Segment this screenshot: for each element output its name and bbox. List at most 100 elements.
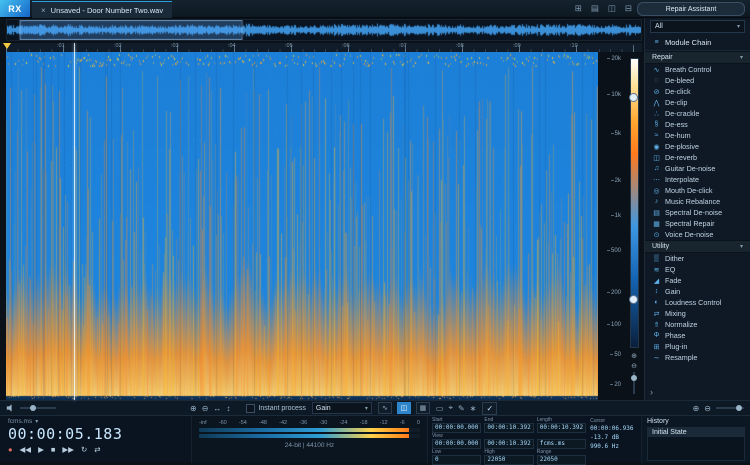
module-item[interactable]: ∼ Resample — [645, 352, 750, 363]
brush-tool-icon[interactable]: ✎ — [458, 404, 465, 413]
apply-button[interactable]: ✓ — [482, 401, 498, 415]
zoom-horizontal-icon[interactable]: ↔ — [213, 404, 221, 413]
transport-button[interactable]: ▶▶ — [62, 445, 74, 454]
module-item[interactable]: ∴ De-crackle — [645, 108, 750, 119]
module-item[interactable]: ◫ De-reverb — [645, 152, 750, 163]
module-label: Guitar De-noise — [665, 164, 716, 173]
module-item[interactable]: ♫ Guitar De-noise — [645, 163, 750, 174]
info-cell-value[interactable]: 00:00:10.392 — [484, 439, 534, 449]
zoom-out-icon[interactable]: ⊖ — [704, 404, 711, 413]
waveform-overview[interactable] — [6, 19, 642, 41]
history-item[interactable]: Initial State — [648, 428, 744, 437]
module-item[interactable]: ◎ Mouth De-click — [645, 185, 750, 196]
split-view-icon[interactable]: ◫ — [608, 3, 616, 14]
module-chain-item[interactable]: ≡ Module Chain — [645, 35, 750, 51]
selection-info-grid: Start 00:00:00.000 End 00:00:10.392 Leng… — [432, 418, 587, 465]
spectrogram-area[interactable] — [6, 52, 598, 400]
module-item[interactable]: Φ Phase — [645, 330, 750, 341]
repair-section-header[interactable]: Repair ▾ — [645, 51, 750, 64]
minimize-panel-icon[interactable]: ⊟ — [625, 3, 632, 14]
transport-button[interactable]: ■ — [51, 445, 56, 454]
module-item[interactable]: ∿ Breath Control — [645, 64, 750, 75]
module-item[interactable]: ⇄ Mixing — [645, 308, 750, 319]
module-item[interactable]: ◢ Fade — [645, 275, 750, 286]
tab-close-icon[interactable]: × — [41, 6, 46, 15]
info-cell-value[interactable]: 00:00:00.000 — [432, 423, 482, 433]
zoom-in-icon[interactable]: ⊕ — [190, 404, 197, 413]
vzoom-in-icon[interactable]: ⊕ — [631, 352, 637, 360]
info-cell-value[interactable]: 00:00:10.392 — [484, 423, 534, 433]
meter-scale-label: -6 — [399, 420, 405, 426]
vzoom-slider[interactable] — [631, 372, 637, 394]
transport-button[interactable]: ⇄ — [94, 445, 100, 454]
colorbar-handle-top[interactable] — [629, 93, 638, 102]
lasso-tool-icon[interactable]: ⌖ — [448, 403, 453, 413]
module-filter-dropdown[interactable]: All ▾ — [650, 20, 745, 33]
module-item[interactable]: ◐ Loudness Control — [645, 297, 750, 308]
instant-process-checkbox[interactable]: Instant process — [246, 403, 306, 413]
panel-collapse-arrow[interactable]: › — [650, 387, 653, 397]
info-cell-value[interactable]: 00:00:00.000 — [432, 439, 482, 449]
module-item[interactable]: ▦ Spectral Repair — [645, 218, 750, 229]
playhead-marker-icon[interactable] — [3, 43, 11, 49]
module-item[interactable]: ⋯ Interpolate — [645, 174, 750, 185]
module-item[interactable]: ▤ Spectral De-noise — [645, 207, 750, 218]
transport-button[interactable]: ▶ — [38, 445, 44, 454]
module-item[interactable]: ⋀ De-clip — [645, 97, 750, 108]
colorbar-handle-bottom[interactable] — [629, 295, 638, 304]
info-cell-value[interactable]: 22050 — [484, 455, 534, 465]
module-item[interactable]: ▒ Dither — [645, 253, 750, 264]
module-item[interactable]: ◌ De-bleed — [645, 75, 750, 86]
volume-slider[interactable] — [20, 405, 56, 411]
spectrogram[interactable] — [6, 52, 598, 400]
history-title: History — [647, 418, 669, 425]
zoom-in-icon[interactable]: ⊕ — [693, 404, 700, 413]
combined-view-button[interactable]: ◫ — [396, 402, 411, 414]
time-format-dropdown[interactable]: fcms.ms ▾ — [8, 418, 183, 425]
hzoom-slider[interactable] — [716, 405, 744, 411]
spectrogram-view-button[interactable]: ▦ — [415, 402, 430, 414]
freq-axis-label: 200 — [606, 290, 621, 296]
info-cell-value[interactable]: 00:00:10.392 — [536, 423, 587, 433]
meter-scale-label: -30 — [319, 420, 328, 426]
zoom-vertical-icon[interactable]: ↕ — [226, 404, 230, 413]
info-cell-value[interactable]: 0 — [432, 455, 482, 465]
freq-axis-label: 1k — [610, 213, 621, 219]
module-item[interactable]: ↕ Gain — [645, 286, 750, 297]
checkbox-box[interactable] — [246, 403, 256, 413]
transport-button[interactable]: ◀◀ — [20, 445, 32, 454]
module-item[interactable]: ♪ Music Rebalance — [645, 196, 750, 207]
ruler-label: :01 — [57, 43, 65, 49]
vzoom-out-icon[interactable]: ⊖ — [631, 362, 637, 370]
spectrogram-colorbar[interactable] — [629, 58, 639, 348]
transport-button[interactable]: ↻ — [81, 445, 87, 454]
document-tab[interactable]: × Unsaved - Door Number Two.wav — [32, 1, 173, 18]
process-select[interactable]: Gain ▾ — [311, 402, 372, 414]
module-item[interactable]: ≋ EQ — [645, 264, 750, 275]
wand-tool-icon[interactable]: ∗ — [470, 404, 477, 413]
time-ruler[interactable]: :01:02:03:04:05:06:07:08:09:10 — [6, 43, 642, 52]
module-item[interactable]: ⇑ Normalize — [645, 319, 750, 330]
overview-canvas[interactable] — [7, 20, 641, 40]
utility-section-header[interactable]: Utility ▾ — [645, 240, 750, 253]
module-item[interactable]: ⊞ Plug-in — [645, 341, 750, 352]
ruler-label: :09 — [513, 43, 521, 49]
zoom-out-icon[interactable]: ⊖ — [202, 404, 209, 413]
module-item[interactable]: ≈ De-hum — [645, 130, 750, 141]
meter-bar-right — [199, 434, 420, 438]
module-label: De-crackle — [665, 109, 700, 118]
transport-button[interactable]: ● — [8, 445, 13, 454]
waveform-view-button[interactable]: ∿ — [377, 402, 392, 414]
module-icon: ⇄ — [653, 310, 660, 318]
module-item[interactable]: ⊘ De-click — [645, 86, 750, 97]
volume-icon[interactable] — [6, 404, 14, 412]
module-item[interactable]: ◉ De-plosive — [645, 141, 750, 152]
repair-assistant-button[interactable]: Repair Assistant — [637, 2, 745, 16]
module-item[interactable]: ⊙ Voice De-noise — [645, 229, 750, 240]
time-selection-tool-icon[interactable]: ▭ — [436, 404, 444, 413]
info-cell-value[interactable]: fcms.ms — [536, 439, 587, 449]
module-item[interactable]: § De-ess — [645, 119, 750, 130]
info-cell-value[interactable]: 22050 — [536, 455, 587, 465]
layout-grid-icon[interactable]: ⊞ — [575, 3, 582, 14]
panel-rows-icon[interactable]: ▤ — [591, 3, 599, 14]
